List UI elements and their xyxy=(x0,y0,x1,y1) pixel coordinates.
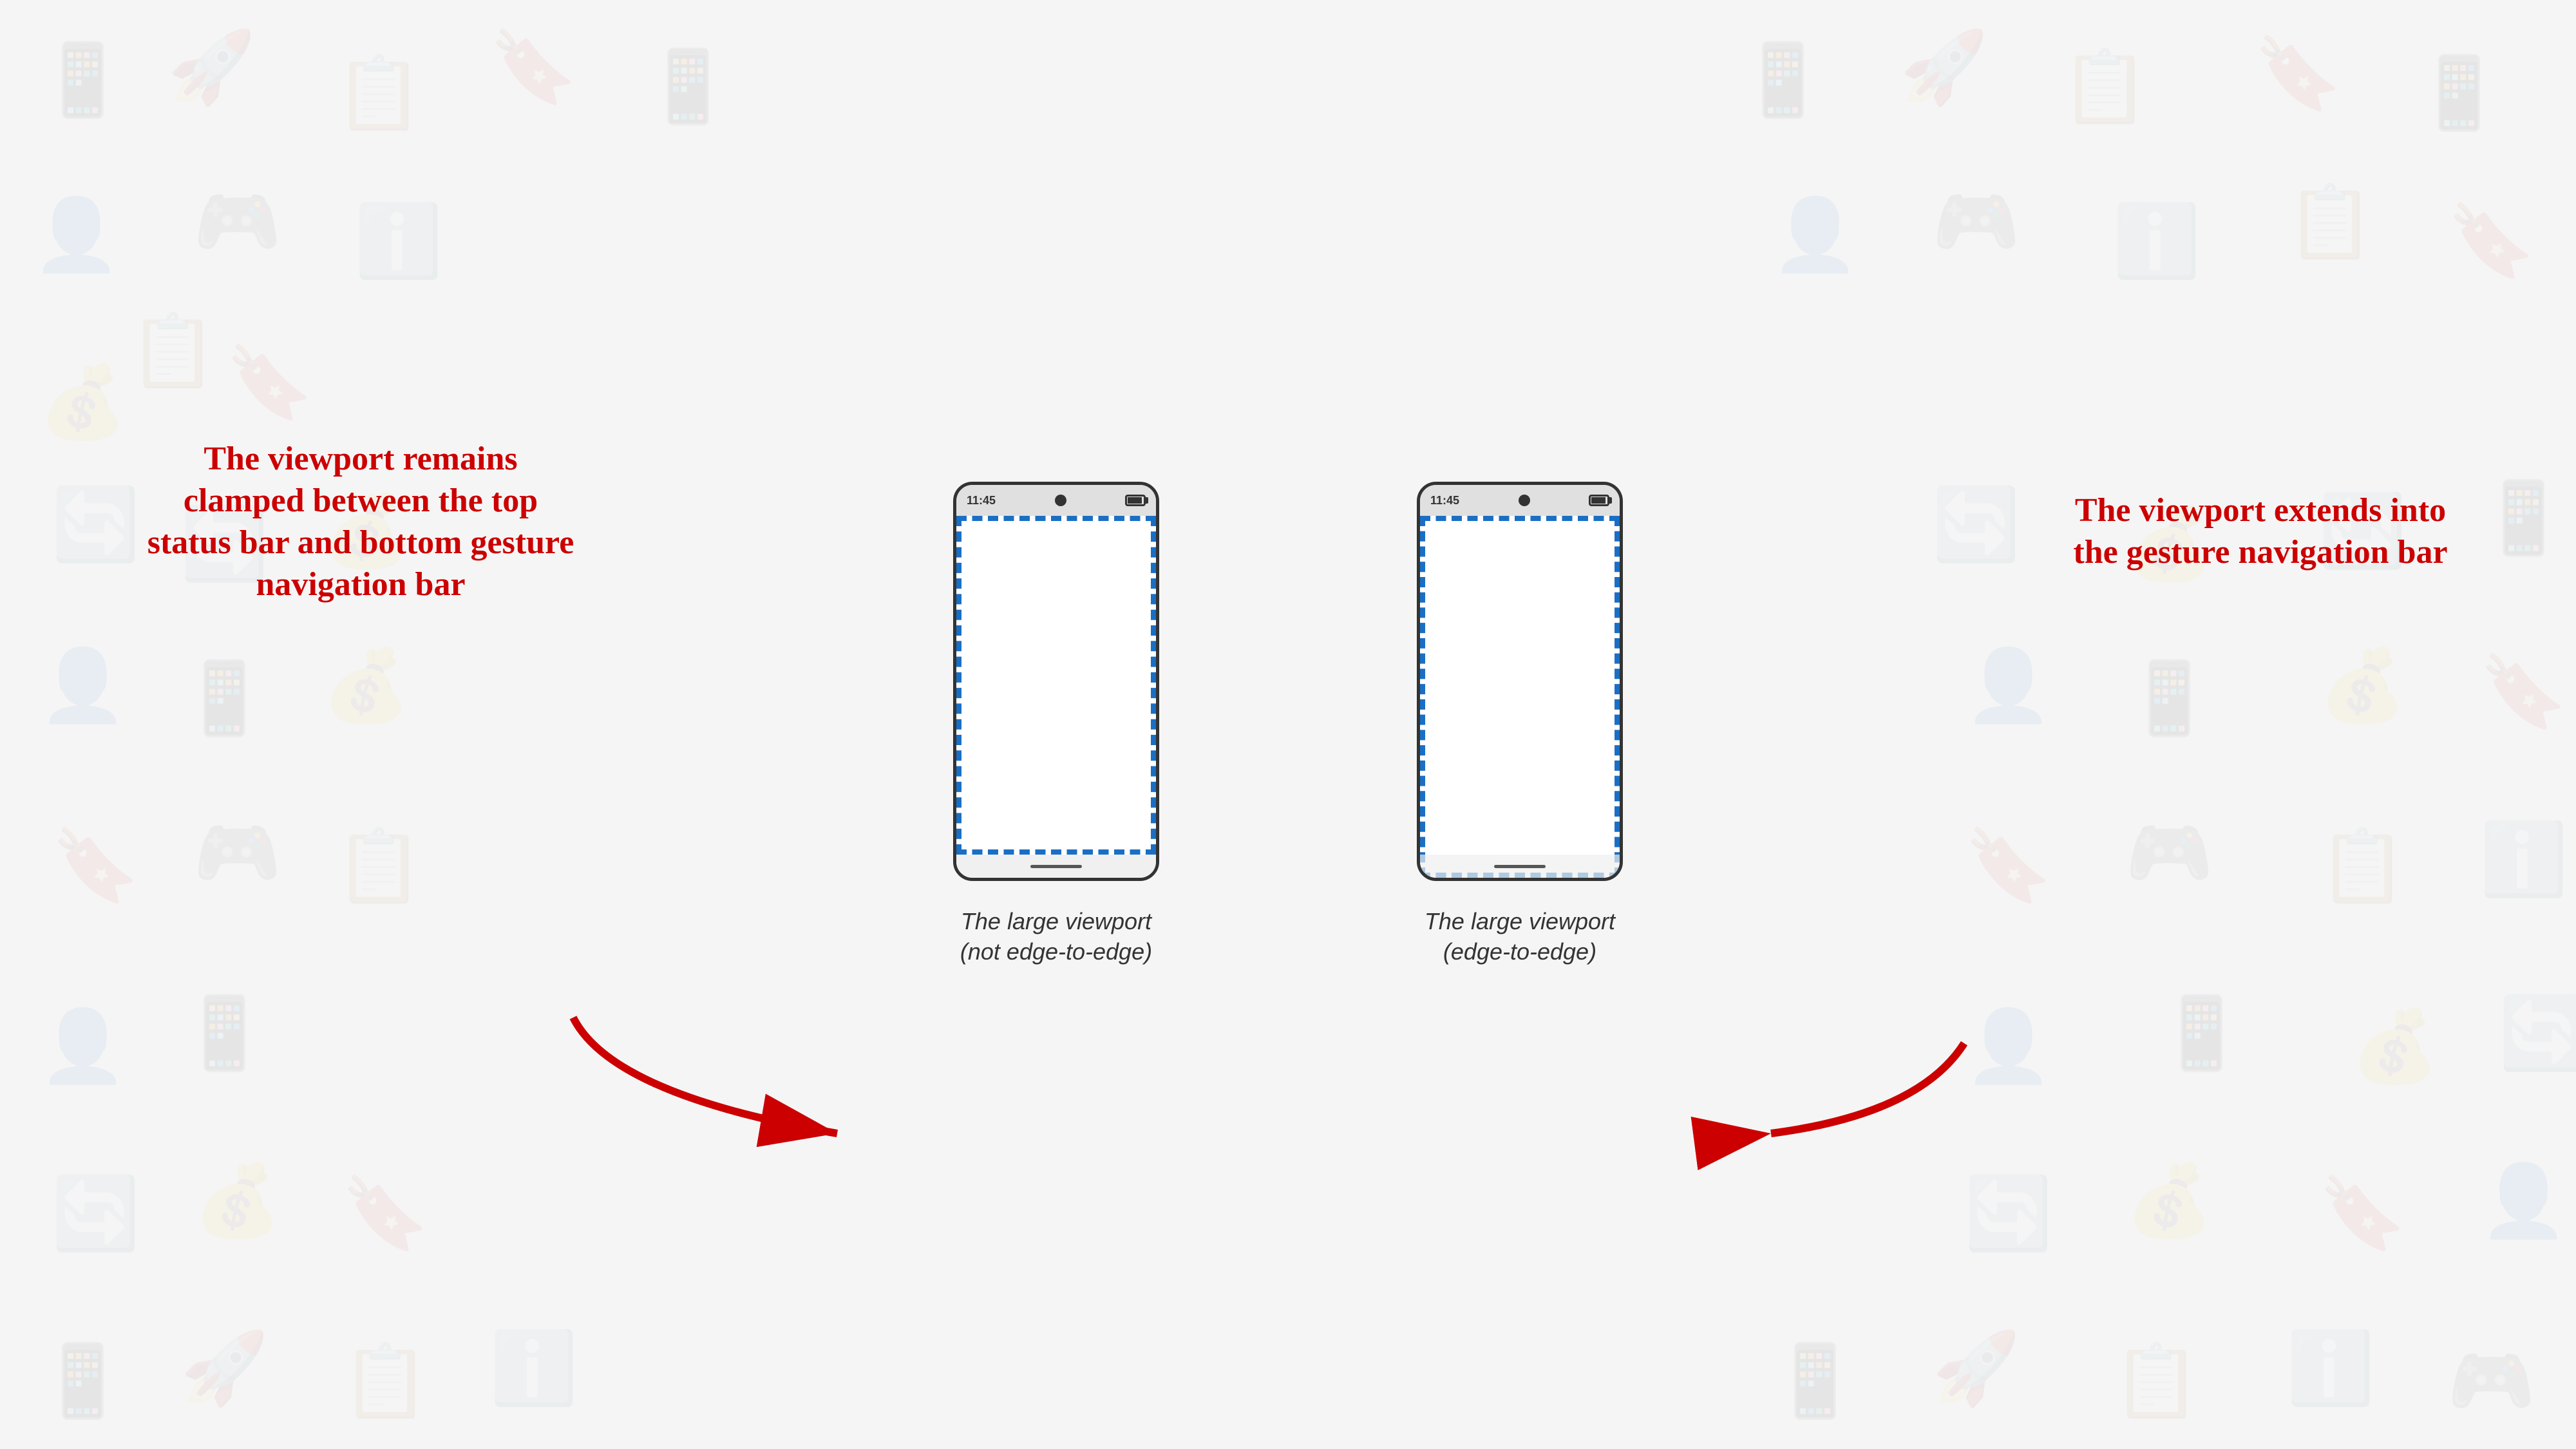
phone-not-edge-container: 11:45 The large viewport (not edge-to-ed… xyxy=(953,482,1159,967)
phone-edge: 11:45 xyxy=(1417,482,1623,881)
status-bar-right: 11:45 xyxy=(1420,485,1620,516)
gesture-indicator-left xyxy=(1030,865,1082,868)
gesture-bar-right xyxy=(1420,855,1620,878)
battery-right xyxy=(1589,495,1609,506)
battery-fill-left xyxy=(1128,497,1142,504)
gesture-bar-left xyxy=(956,855,1156,878)
camera-dot-right xyxy=(1519,495,1530,506)
caption-not-edge: The large viewport (not edge-to-edge) xyxy=(960,907,1152,967)
main-content: 11:45 The large viewport (not edge-to-ed… xyxy=(0,0,2576,1449)
status-time-left: 11:45 xyxy=(967,494,996,507)
gesture-indicator-right xyxy=(1494,865,1546,868)
status-bar-left: 11:45 xyxy=(956,485,1156,516)
viewport-dashed-right xyxy=(1420,516,1620,878)
annotation-right: The viewport extends into the gesture na… xyxy=(2061,489,2460,573)
annotation-left: The viewport remains clamped between the… xyxy=(142,438,580,605)
status-time-right: 11:45 xyxy=(1430,494,1459,507)
phone-not-edge: 11:45 xyxy=(953,482,1159,881)
camera-dot-left xyxy=(1055,495,1066,506)
viewport-dashed-left xyxy=(956,516,1156,855)
battery-left xyxy=(1125,495,1146,506)
caption-edge: The large viewport (edge-to-edge) xyxy=(1425,907,1615,967)
battery-fill-right xyxy=(1591,497,1605,504)
phone-edge-container: 11:45 The large viewport (edge-to-edge) xyxy=(1417,482,1623,967)
